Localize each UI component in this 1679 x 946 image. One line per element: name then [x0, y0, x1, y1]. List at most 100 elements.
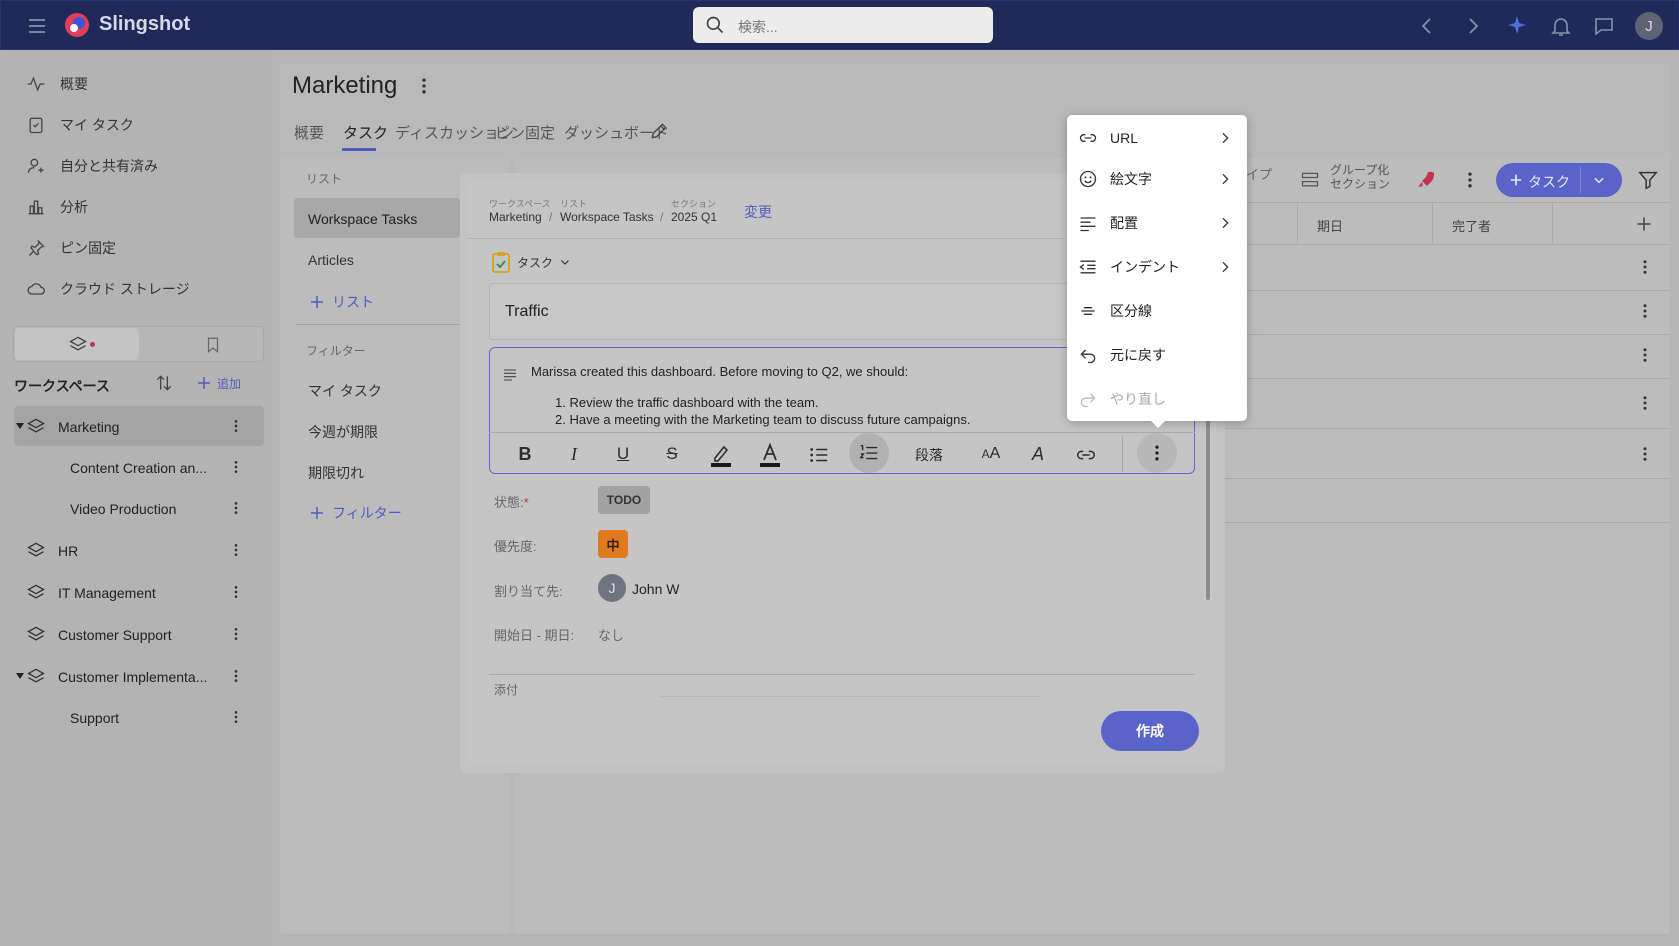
filter-item[interactable]: 期限切れ	[308, 463, 364, 483]
workspace-item-hr[interactable]: HR	[14, 530, 264, 570]
type-label[interactable]: イプ	[1246, 164, 1272, 183]
row-more-icon[interactable]	[1636, 445, 1654, 463]
group-by-button[interactable]: グループ化 セクション	[1330, 163, 1390, 191]
task-type-selector[interactable]: タスク	[491, 250, 571, 274]
underline-icon[interactable]: U	[611, 442, 635, 466]
notification-bell-icon[interactable]	[1549, 14, 1573, 38]
undo-icon	[1080, 349, 1096, 364]
more-vertical-icon[interactable]	[1460, 170, 1480, 190]
sidebar-item-cloud-storage[interactable]: クラウド ストレージ	[26, 277, 190, 301]
caret-down-icon[interactable]	[16, 672, 24, 680]
workspace-item-content-creation[interactable]: Content Creation an...	[14, 447, 264, 487]
menu-item-align[interactable]: 配置	[1067, 203, 1247, 243]
rocket-icon[interactable]	[1414, 168, 1438, 192]
sidebar-item-analytics[interactable]: 分析	[26, 195, 88, 219]
bullet-list-icon[interactable]	[808, 444, 830, 466]
filter-item[interactable]: マイ タスク	[308, 381, 382, 401]
more-vertical-icon[interactable]	[228, 418, 244, 434]
column-header-due[interactable]: 期日	[1317, 216, 1343, 235]
more-vertical-icon[interactable]	[228, 709, 244, 725]
add-task-button[interactable]: タスク	[1496, 163, 1622, 197]
workspaces-toggle[interactable]	[15, 328, 139, 360]
more-vertical-icon[interactable]	[414, 76, 434, 96]
list-item[interactable]: Articles	[308, 252, 354, 268]
ai-sparkle-icon[interactable]	[1505, 14, 1529, 38]
more-vertical-icon[interactable]	[228, 542, 244, 558]
workspace-item-marketing[interactable]: Marketing	[14, 406, 264, 446]
workspace-item-support[interactable]: Support	[14, 697, 264, 737]
paragraph-style-button[interactable]: 段落	[915, 445, 943, 465]
more-vertical-icon[interactable]	[228, 459, 244, 475]
row-more-icon[interactable]	[1636, 258, 1654, 276]
menu-item-indent[interactable]: インデント	[1067, 247, 1247, 287]
more-vertical-icon[interactable]	[228, 500, 244, 516]
sidebar-item-overview[interactable]: 概要	[26, 72, 88, 96]
add-list-button[interactable]: リスト	[308, 292, 374, 312]
create-button[interactable]: 作成	[1101, 711, 1199, 751]
italic-icon[interactable]: I	[562, 442, 586, 466]
strikethrough-icon[interactable]: S	[660, 442, 684, 466]
bold-icon[interactable]: B	[513, 442, 537, 466]
workspace-item-it-management[interactable]: IT Management	[14, 572, 264, 612]
assignee-field-label: 割り当て先:	[494, 584, 563, 599]
user-avatar[interactable]: J	[1635, 12, 1663, 40]
caret-down-icon[interactable]	[16, 422, 24, 430]
font-size-icon[interactable]: AA	[976, 442, 1006, 466]
highlight-icon[interactable]	[709, 442, 733, 468]
forward-arrow-icon[interactable]	[1461, 14, 1485, 38]
filter-item[interactable]: 今週が期限	[308, 422, 378, 442]
row-more-icon[interactable]	[1636, 394, 1654, 412]
breadcrumb-workspace[interactable]: Marketing	[489, 210, 542, 224]
chat-icon[interactable]	[1592, 14, 1616, 38]
status-badge[interactable]: TODO	[598, 486, 650, 514]
more-vertical-icon[interactable]	[228, 626, 244, 642]
sidebar-item-my-tasks[interactable]: マイ タスク	[26, 113, 134, 137]
bookmark-icon[interactable]	[204, 335, 222, 355]
workspace-item-customer-implementation[interactable]: Customer Implementa...	[14, 656, 264, 696]
more-formatting-button[interactable]	[1137, 433, 1177, 473]
back-arrow-icon[interactable]	[1415, 14, 1439, 38]
add-workspace-button[interactable]: 追加	[195, 374, 241, 392]
tab-overview[interactable]: 概要	[294, 122, 324, 143]
tab-tasks[interactable]: タスク	[343, 122, 388, 143]
sidebar-item-shared[interactable]: 自分と共有済み	[26, 154, 158, 178]
workspace-item-customer-support[interactable]: Customer Support	[14, 614, 264, 654]
sort-icon[interactable]	[154, 373, 174, 393]
hamburger-menu-icon[interactable]	[25, 14, 49, 38]
assignee-name[interactable]: John W	[632, 581, 679, 597]
menu-item-url[interactable]: URL	[1067, 118, 1247, 158]
clear-formatting-icon[interactable]: A	[1026, 442, 1050, 466]
row-more-icon[interactable]	[1636, 346, 1654, 364]
link-icon[interactable]	[1074, 444, 1098, 466]
breadcrumb-list[interactable]: Workspace Tasks	[560, 210, 654, 224]
more-vertical-icon[interactable]	[228, 584, 244, 600]
menu-item-undo[interactable]: 元に戻す	[1067, 335, 1247, 375]
menu-item-emoji[interactable]: 絵文字	[1067, 159, 1247, 199]
workspace-item-video-production[interactable]: Video Production	[14, 488, 264, 528]
chevron-right-icon	[1222, 217, 1229, 229]
numbered-list-button[interactable]	[849, 433, 889, 473]
change-location-link[interactable]: 変更	[744, 202, 772, 222]
chevron-down-icon[interactable]	[1592, 173, 1606, 187]
workspace-label: Customer Implementa...	[58, 669, 208, 685]
edit-pencil-icon[interactable]	[649, 121, 669, 141]
search-input[interactable]: 検索...	[693, 7, 993, 43]
assignee-avatar[interactable]: J	[598, 574, 626, 602]
group-icon[interactable]	[1300, 170, 1320, 190]
sidebar-item-pinned[interactable]: ピン固定	[26, 236, 116, 260]
column-header-completed-by[interactable]: 完了者	[1452, 216, 1491, 235]
group-by-value: セクション	[1330, 177, 1391, 191]
task-title-input[interactable]: Traffic	[489, 283, 1097, 340]
menu-item-divider[interactable]: 区分線	[1067, 291, 1247, 331]
text-color-icon[interactable]	[758, 442, 782, 468]
dates-value[interactable]: なし	[598, 625, 624, 644]
tab-pinned[interactable]: ピン固定	[495, 122, 555, 143]
breadcrumb-section[interactable]: 2025 Q1	[671, 210, 717, 224]
add-column-icon[interactable]	[1634, 214, 1654, 234]
add-filter-button[interactable]: フィルター	[308, 503, 402, 523]
row-more-icon[interactable]	[1636, 302, 1654, 320]
more-vertical-icon[interactable]	[228, 668, 244, 684]
filter-icon[interactable]	[1637, 169, 1659, 191]
list-item-selected[interactable]: Workspace Tasks	[294, 198, 460, 238]
priority-badge[interactable]: 中	[598, 530, 628, 558]
